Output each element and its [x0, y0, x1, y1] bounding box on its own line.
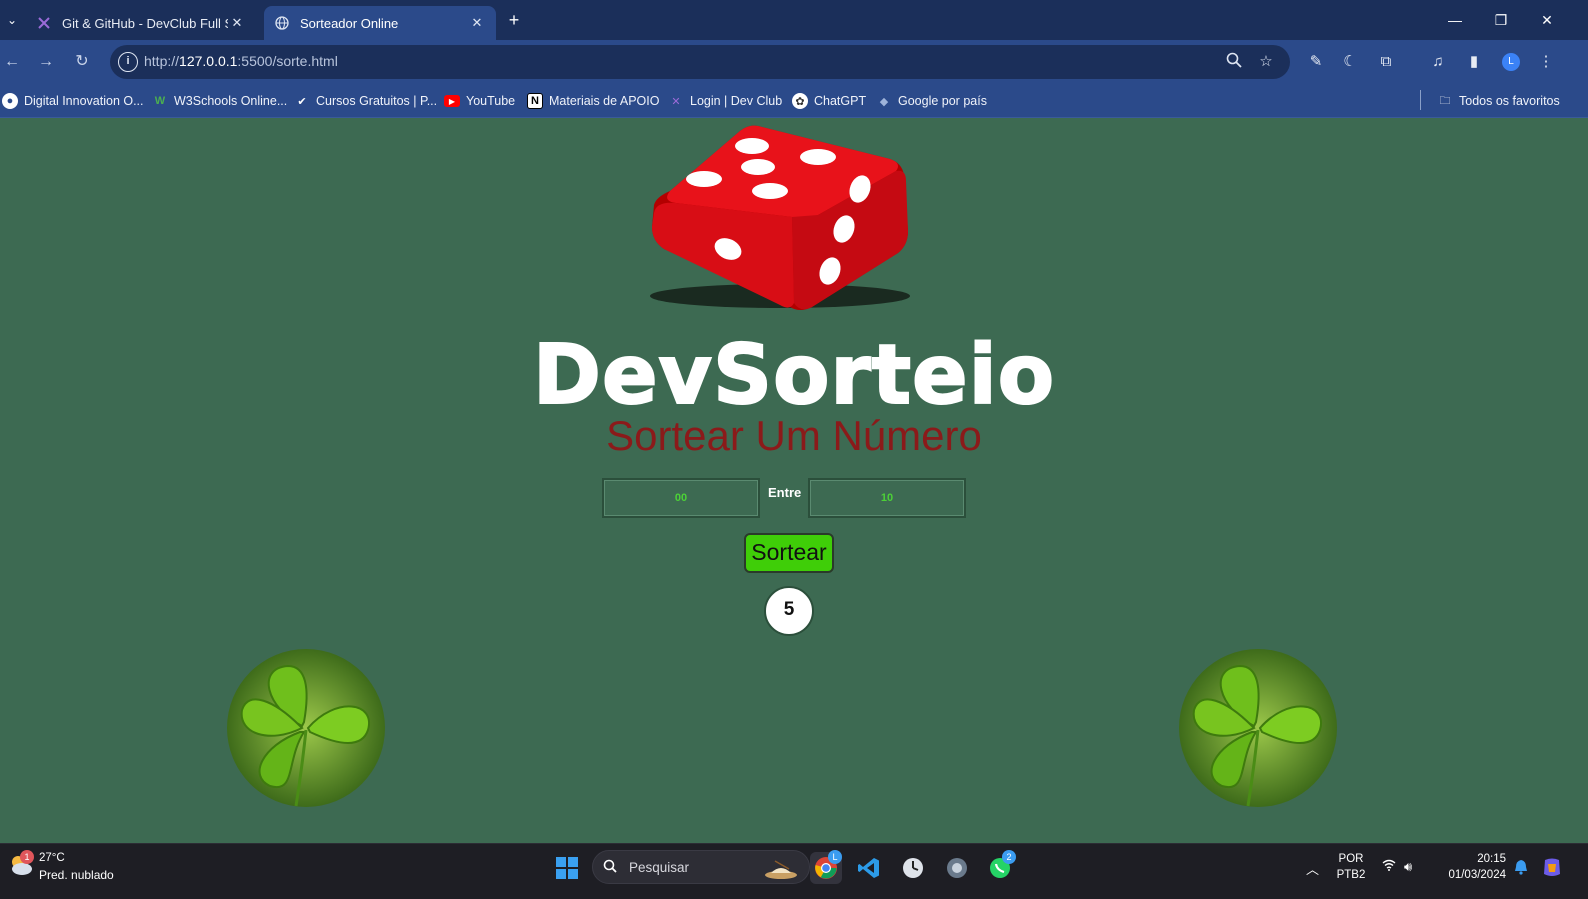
max-number-input[interactable]: 10	[808, 478, 966, 518]
clover-image-right	[1179, 649, 1337, 807]
chatgpt-icon: ✿	[792, 93, 808, 109]
folder-icon: 🗀	[1439, 94, 1451, 107]
tab-title: Git & GitHub - DevClub Full Sta	[62, 15, 228, 31]
bookmark-google-pais[interactable]: ◆ Google por país	[876, 92, 987, 110]
close-tab-icon[interactable]: ✕	[468, 15, 486, 31]
url-text[interactable]: http://127.0.0.1:5500/sorte.html	[144, 53, 338, 69]
windows-start-icon[interactable]	[555, 856, 579, 880]
clock-icon	[903, 858, 923, 878]
vscode-icon	[858, 858, 879, 878]
site-info-icon[interactable]: i	[118, 52, 138, 72]
clock-time[interactable]: 20:15	[1430, 853, 1506, 865]
bookmark-chatgpt[interactable]: ✿ ChatGPT	[792, 92, 866, 110]
extensions-icon[interactable]: ⧉	[1376, 52, 1396, 72]
temperature[interactable]: 27°C	[39, 852, 65, 864]
profile-avatar[interactable]: L	[1502, 53, 1520, 71]
address-bar[interactable]: i http://127.0.0.1:5500/sorte.html ☆	[110, 45, 1290, 79]
bookmark-w3schools[interactable]: W W3Schools Online...	[152, 92, 287, 110]
close-tab-icon[interactable]: ✕	[228, 15, 246, 31]
min-number-input[interactable]: 00	[602, 478, 760, 518]
side-panel-icon[interactable]: ▮	[1464, 52, 1484, 72]
bookmark-dio[interactable]: ● Digital Innovation O...	[2, 92, 144, 110]
bookmark-materiais[interactable]: N Materiais de APOIO	[527, 92, 659, 110]
whatsapp-badge: 2	[1002, 850, 1016, 864]
tab-search-icon[interactable]: ⌄	[2, 8, 22, 32]
page-content: DevSorteio Sortear Um Número 00 Entre 10…	[0, 118, 1588, 843]
new-tab-button[interactable]: +	[502, 8, 526, 32]
google-icon: ◆	[879, 95, 889, 108]
devclub-icon: ✕	[671, 95, 681, 108]
search-highlight-icon	[765, 860, 797, 879]
clock-date[interactable]: 01/03/2024	[1430, 869, 1506, 881]
courses-icon: ✔	[297, 95, 307, 108]
reload-button[interactable]: ↻	[70, 50, 94, 74]
forward-button[interactable]: →	[34, 50, 58, 74]
tab-title: Sorteador Online	[300, 15, 399, 31]
devclub-icon	[36, 15, 52, 31]
dio-icon: ●	[2, 93, 18, 109]
clover-image-left	[227, 649, 385, 807]
menu-icon[interactable]: ⋮	[1536, 52, 1556, 72]
restore-button[interactable]: ❐	[1478, 6, 1524, 34]
volume-icon[interactable]: 🔊︎	[1404, 859, 1412, 875]
search-placeholder: Pesquisar	[629, 860, 690, 875]
page-title: DevSorteio	[532, 327, 1056, 424]
browser-app-icon	[947, 858, 967, 878]
search-icon	[603, 859, 617, 876]
result-display: 5	[764, 586, 814, 636]
w3schools-icon: W	[154, 95, 166, 107]
tab-git-github[interactable]: Git & GitHub - DevClub Full Sta ✕	[26, 6, 256, 40]
dice-image	[650, 125, 910, 311]
browser-toolbar: ← → ↻ i http://127.0.0.1:5500/sorte.html…	[0, 40, 1588, 84]
taskbar-clock-app[interactable]	[897, 852, 929, 884]
wifi-icon[interactable]	[1382, 859, 1396, 874]
media-icon[interactable]: ♫	[1428, 52, 1448, 72]
between-label: Entre	[768, 485, 802, 500]
eyedropper-icon[interactable]: ✎	[1306, 52, 1326, 72]
youtube-icon: ▶	[444, 95, 460, 107]
bookmark-cursos[interactable]: ✔ Cursos Gratuitos | P...	[294, 92, 437, 110]
copilot-button[interactable]	[1538, 854, 1566, 882]
taskbar: 1 27°C Pred. nublado Pesquisar L 2 ︿ POR…	[0, 843, 1588, 899]
copilot-icon	[1544, 858, 1560, 876]
zoom-icon[interactable]	[1224, 52, 1244, 72]
close-window-button[interactable]: ✕	[1524, 6, 1570, 34]
back-button[interactable]: ←	[0, 50, 24, 74]
notion-icon: N	[527, 93, 543, 109]
language-code[interactable]: POR	[1336, 853, 1366, 865]
taskbar-vscode[interactable]	[853, 852, 885, 884]
weather-description[interactable]: Pred. nublado	[39, 868, 114, 882]
tab-sorteador[interactable]: Sorteador Online ✕	[264, 6, 496, 40]
star-icon[interactable]: ☆	[1256, 52, 1276, 72]
globe-icon	[274, 15, 290, 31]
all-bookmarks[interactable]: 🗀 Todos os favoritos	[1437, 92, 1560, 110]
weather-badge: 1	[20, 850, 34, 864]
keyboard-layout[interactable]: PTB2	[1334, 869, 1368, 881]
dark-mode-icon[interactable]: ☾	[1340, 52, 1360, 72]
bookmark-devclub[interactable]: ✕ Login | Dev Club	[668, 92, 782, 110]
draw-button[interactable]: Sortear	[744, 533, 834, 573]
taskbar-browser-app[interactable]	[941, 852, 973, 884]
bookmark-youtube[interactable]: ▶ YouTube	[444, 92, 515, 110]
minimize-button[interactable]: —	[1432, 6, 1478, 34]
bookmarks-bar: ● Digital Innovation O... W W3Schools Onli…	[0, 84, 1588, 118]
bookmarks-divider	[1420, 90, 1421, 110]
title-bar: ⌄ Git & GitHub - DevClub Full Sta ✕ Sort…	[0, 0, 1588, 40]
notification-bell-icon[interactable]	[1514, 859, 1528, 878]
tray-chevron-up-icon[interactable]: ︿	[1306, 859, 1319, 878]
page-subtitle: Sortear Um Número	[606, 412, 982, 459]
taskbar-search[interactable]: Pesquisar	[592, 850, 810, 884]
chrome-badge: L	[828, 850, 842, 864]
